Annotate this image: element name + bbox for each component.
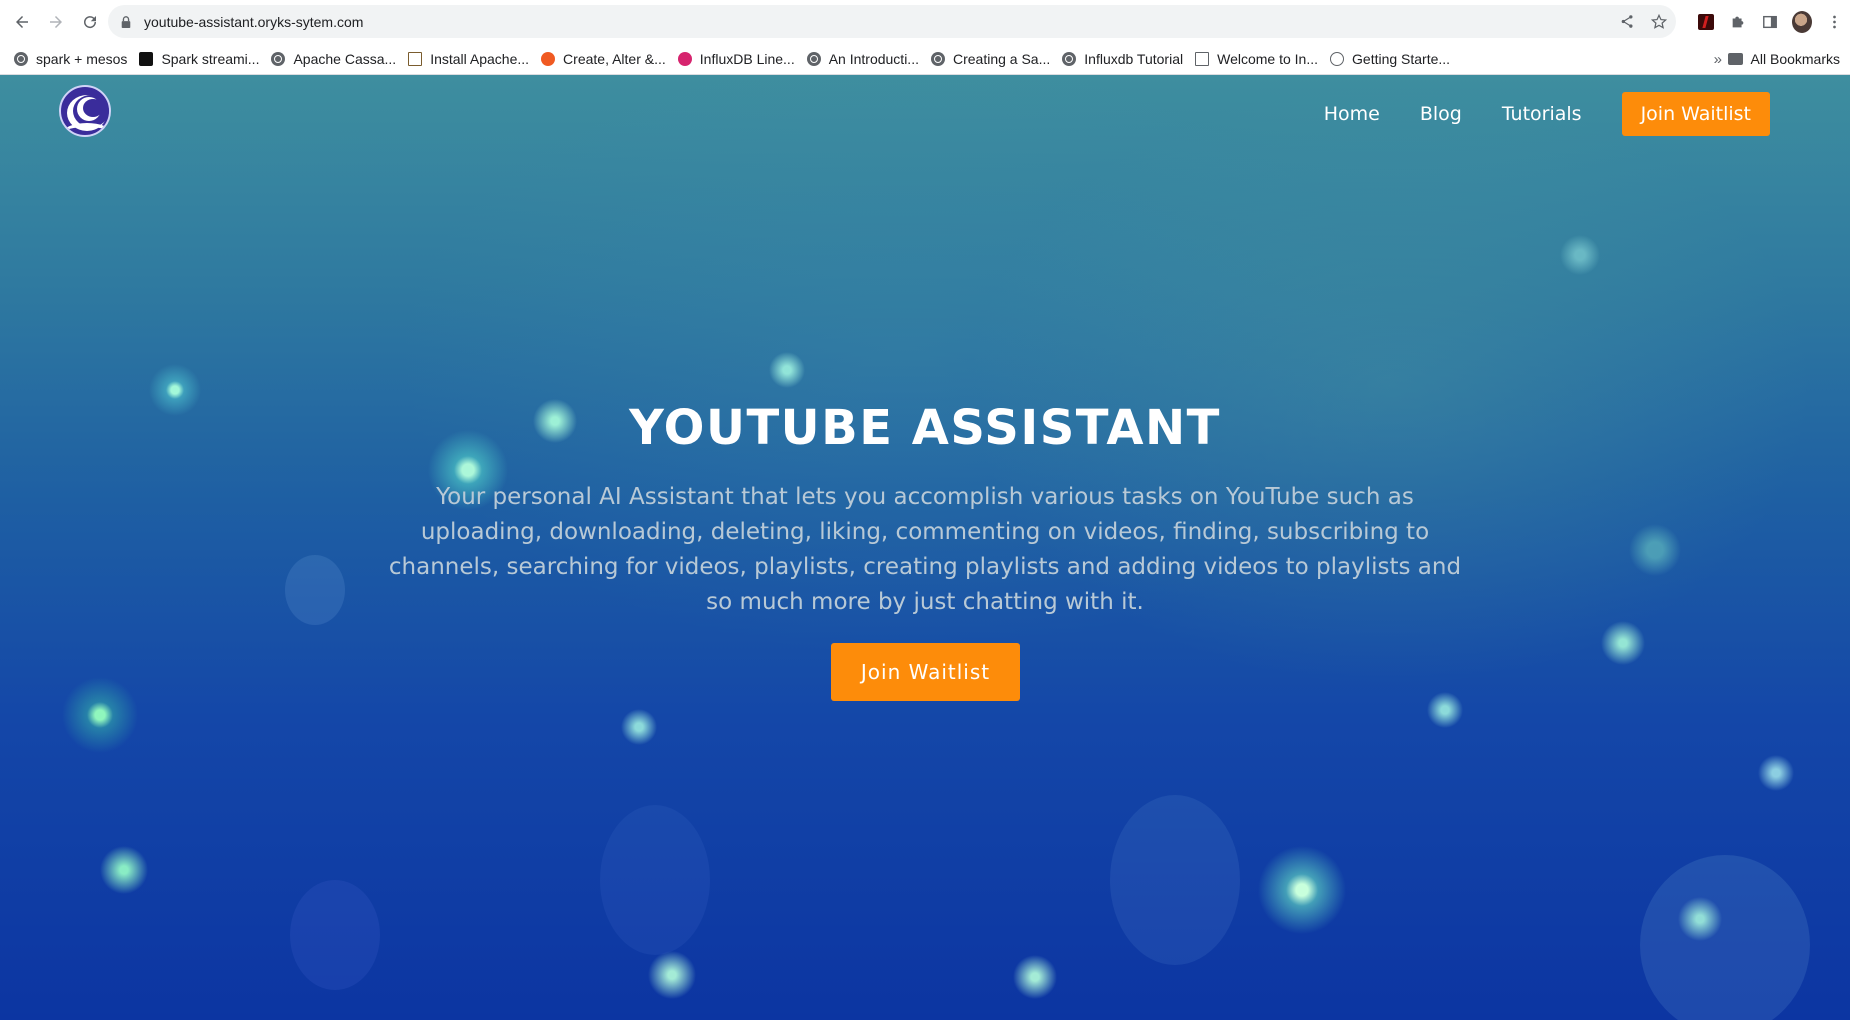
star-icon[interactable] — [1650, 13, 1668, 31]
nav-tutorials-link[interactable]: Tutorials — [1502, 103, 1582, 125]
globe-icon — [14, 52, 28, 66]
back-icon[interactable] — [9, 9, 35, 35]
extension-red-icon[interactable] — [1696, 12, 1716, 32]
bookmark-label: Influxdb Tutorial — [1084, 51, 1184, 67]
site-header: Home Blog Tutorials Join Waitlist — [0, 75, 1850, 170]
nav-home-link[interactable]: Home — [1324, 103, 1380, 125]
forward-icon[interactable] — [43, 9, 69, 35]
bookmark-label: Getting Starte... — [1352, 51, 1451, 67]
lock-icon[interactable] — [120, 15, 134, 29]
site-icon — [541, 52, 556, 66]
bookmark-label: InfluxDB Line... — [699, 51, 795, 67]
url-text[interactable]: youtube-assistant.oryks-sytem.com — [144, 14, 363, 30]
gear-icon — [1330, 52, 1345, 66]
hero-description: Your personal AI Assistant that lets you… — [388, 484, 1462, 615]
bookmark-label: Spark streami... — [161, 51, 260, 67]
globe-icon — [806, 52, 821, 66]
grid-icon — [1195, 52, 1210, 66]
bookmark-label: An Introducti... — [828, 51, 919, 67]
bookmarks-overflow-icon[interactable]: » — [1714, 51, 1722, 68]
browser-chrome: youtube-assistant.oryks-sytem.com spark … — [0, 0, 1850, 75]
side-panel-icon[interactable] — [1760, 12, 1780, 32]
bookmark-label: Creating a Sa... — [952, 51, 1051, 67]
bookmark-item[interactable]: Spark streami... — [133, 45, 265, 73]
bookmark-label: spark + mesos — [36, 51, 128, 67]
bookmark-label: Create, Alter &... — [563, 51, 666, 67]
hero-section: Home Blog Tutorials Join Waitlist YOUTUB… — [0, 75, 1850, 1020]
background-orb — [1110, 795, 1240, 965]
hero-join-waitlist-button[interactable]: Join Waitlist — [831, 643, 1020, 701]
bookmark-item[interactable]: An Introducti... — [801, 45, 925, 73]
all-bookmarks-button[interactable]: All Bookmarks — [1727, 51, 1840, 67]
menu-kebab-icon[interactable] — [1824, 12, 1844, 32]
nav-blog-link[interactable]: Blog — [1420, 103, 1462, 125]
extensions-puzzle-icon[interactable] — [1728, 12, 1748, 32]
bookmark-item[interactable]: spark + mesos — [8, 45, 133, 73]
bookmark-label: Welcome to In... — [1217, 51, 1319, 67]
folder-icon — [1727, 53, 1743, 65]
background-orb — [600, 805, 710, 955]
bookmark-item[interactable]: Create, Alter &... — [535, 45, 672, 73]
site-icon — [139, 52, 154, 66]
bookmark-label: Apache Cassa... — [293, 51, 397, 67]
reload-icon[interactable] — [77, 9, 103, 35]
background-orb — [285, 555, 345, 625]
background-orb — [290, 880, 380, 990]
bookmark-item[interactable]: Install Apache... — [402, 45, 535, 73]
bookmark-label: Install Apache... — [430, 51, 530, 67]
main-nav: Home Blog Tutorials Join Waitlist — [1284, 92, 1770, 136]
profile-avatar-icon[interactable] — [1792, 10, 1812, 33]
background-orb — [1640, 855, 1810, 1020]
all-bookmarks-label: All Bookmarks — [1750, 51, 1840, 67]
bookmark-item[interactable]: InfluxDB Line... — [672, 45, 801, 73]
bookmark-item[interactable]: Creating a Sa... — [925, 45, 1056, 73]
globe-icon — [271, 52, 286, 66]
bookmark-item[interactable]: Influxdb Tutorial — [1056, 45, 1189, 73]
globe-icon — [930, 52, 945, 66]
bookmark-item[interactable]: Apache Cassa... — [265, 45, 402, 73]
browser-toolbar: youtube-assistant.oryks-sytem.com — [0, 0, 1850, 43]
chart-icon — [408, 52, 423, 66]
bookmark-item[interactable]: Welcome to In... — [1189, 45, 1324, 73]
globe-icon — [1062, 52, 1077, 66]
share-icon[interactable] — [1618, 13, 1636, 31]
influx-icon — [677, 52, 692, 66]
site-logo[interactable] — [59, 85, 111, 137]
nav-join-waitlist-button[interactable]: Join Waitlist — [1621, 92, 1770, 136]
bookmarks-bar: spark + mesos Spark streami... Apache Ca… — [0, 43, 1850, 75]
bookmark-item[interactable]: Getting Starte... — [1324, 45, 1456, 73]
hero-title: YOUTUBE ASSISTANT — [629, 400, 1221, 456]
address-bar[interactable]: youtube-assistant.oryks-sytem.com — [108, 5, 1676, 38]
